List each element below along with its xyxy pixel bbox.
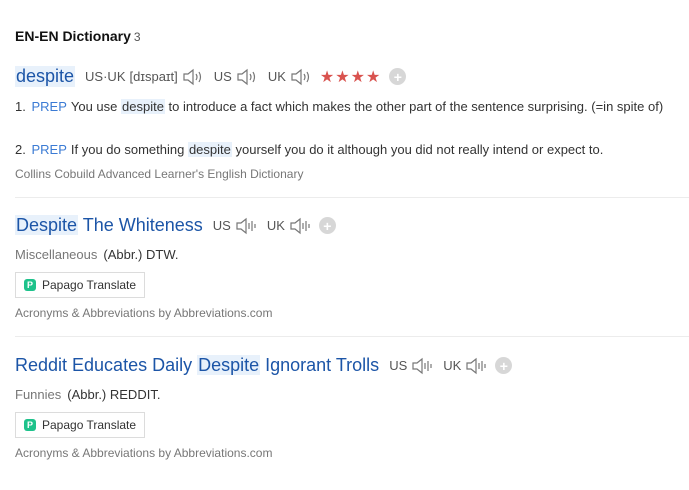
phonetic: [dɪspaɪt] — [129, 69, 178, 84]
result-count: 3 — [133, 30, 141, 44]
definition-item: 1. PREP You use despite to introduce a fa… — [15, 96, 665, 117]
papago-icon: P — [24, 419, 36, 431]
star-rating: ★★★★ — [319, 68, 382, 86]
abbreviations-source[interactable]: Acronyms & Abbreviations by Abbreviation… — [15, 446, 272, 460]
abbreviation-line: Miscellaneous (Abbr.) DTW. — [15, 247, 179, 262]
uk-speaker-icon[interactable] — [465, 357, 487, 375]
speaker-icon[interactable] — [182, 68, 204, 86]
highlighted-word: Despite — [15, 215, 79, 235]
papago-label: Papago Translate — [42, 278, 137, 292]
uk-label: UK — [267, 69, 286, 84]
papago-translate-button[interactable]: P Papago Translate — [15, 412, 145, 438]
us-label: US — [389, 358, 408, 373]
headword-post: Ignorant Trolls — [260, 355, 380, 375]
us-speaker-icon[interactable] — [411, 357, 433, 375]
papago-label: Papago Translate — [42, 418, 137, 432]
us-label: US — [213, 69, 232, 84]
entry-reddit-header: Reddit Educates Daily Despite Ignorant T… — [15, 355, 513, 376]
section-title: EN-EN Dictionary 3 — [15, 28, 141, 44]
definition-text: to introduce a fact which makes the othe… — [164, 99, 664, 114]
abbreviation-text: (Abbr.) DTW. — [103, 247, 179, 262]
part-of-speech: PREP — [31, 99, 67, 114]
headword-rest: The Whiteness — [78, 215, 203, 235]
add-wordbook-icon[interactable]: + — [318, 217, 336, 234]
definition-number: 2. — [15, 142, 26, 157]
highlighted-word: despite — [187, 142, 232, 157]
definition-text: You use — [70, 99, 121, 114]
uk-label: UK — [266, 218, 285, 233]
highlighted-word: Despite — [197, 355, 261, 375]
headword-despite-the-whiteness[interactable]: Despite The Whiteness — [15, 215, 203, 236]
divider — [15, 197, 689, 198]
papago-translate-button[interactable]: P Papago Translate — [15, 272, 145, 298]
entry-despite-header: despite US·UK [dɪspaɪt] US UK ★★★★ + — [15, 66, 407, 87]
uk-speaker-icon[interactable] — [290, 68, 312, 86]
category-label: Funnies — [15, 387, 62, 402]
abbreviations-source[interactable]: Acronyms & Abbreviations by Abbreviation… — [15, 306, 272, 320]
us-label: US — [212, 218, 231, 233]
definition-item: 2. PREP If you do something despite yours… — [15, 139, 665, 160]
uk-label: UK — [443, 358, 462, 373]
papago-icon: P — [24, 279, 36, 291]
entry-dtw-header: Despite The Whiteness US UK + — [15, 215, 336, 236]
category-label: Miscellaneous — [15, 247, 98, 262]
region-label: US·UK — [85, 69, 126, 84]
abbreviation-line: Funnies (Abbr.) REDDIT. — [15, 387, 160, 402]
add-wordbook-icon[interactable]: + — [495, 357, 513, 374]
add-wordbook-icon[interactable]: + — [389, 68, 407, 85]
abbreviation-text: (Abbr.) REDDIT. — [67, 387, 161, 402]
us-speaker-icon[interactable] — [235, 217, 257, 235]
us-speaker-icon[interactable] — [236, 68, 258, 86]
definition-text: yourself you do it although you did not … — [231, 142, 604, 157]
part-of-speech: PREP — [31, 142, 67, 157]
headword-pre: Reddit Educates Daily — [15, 355, 198, 375]
divider — [15, 336, 689, 337]
headword-despite[interactable]: despite — [15, 66, 76, 87]
headword-reddit[interactable]: Reddit Educates Daily Despite Ignorant T… — [15, 355, 379, 376]
dictionary-source[interactable]: Collins Cobuild Advanced Learner's Engli… — [15, 167, 303, 181]
uk-speaker-icon[interactable] — [289, 217, 311, 235]
definition-number: 1. — [15, 99, 26, 114]
definition-text: If you do something — [70, 142, 188, 157]
section-title-text: EN-EN Dictionary — [15, 28, 131, 44]
highlighted-word: despite — [121, 99, 165, 114]
